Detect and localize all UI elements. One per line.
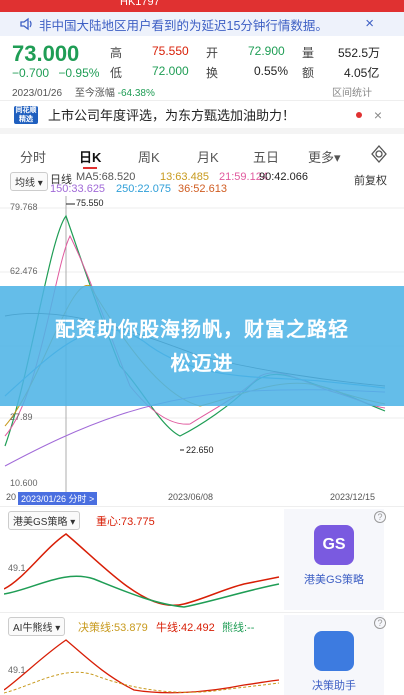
ai-card-label: 决策助手 bbox=[312, 680, 356, 692]
ma5-value: MA5:68.520 bbox=[76, 171, 136, 183]
gs-logo: GS bbox=[314, 525, 354, 565]
ai-panel: AI牛熊线 ▾ 决策线:53.879 牛线:42.492 熊线:-- 49.1 … bbox=[0, 612, 404, 695]
quote-amount: 额 4.05亿 bbox=[302, 66, 380, 80]
promo-text: 上市公司年度评选，为东方甄选加油助力！ bbox=[48, 108, 296, 123]
ma90-value: 90:42.066 bbox=[259, 171, 308, 183]
quote-open: 开 72.900 bbox=[206, 44, 285, 60]
close-icon[interactable]: × bbox=[365, 15, 374, 32]
ai-bear: 熊线:-- bbox=[222, 622, 255, 634]
quote-volume: 量 552.5万 bbox=[302, 46, 381, 60]
period-date: 2023/01/26 bbox=[12, 88, 63, 99]
settings-icon[interactable] bbox=[370, 145, 388, 163]
speaker-icon bbox=[20, 17, 32, 31]
overlay-line-1: 配资助你股海扬帆，财富之路轻 bbox=[55, 319, 349, 341]
gs-chart bbox=[4, 533, 280, 608]
ma-legend: 均线 ▾ 日线 MA5:68.520 13:63.485 21:59.124 9… bbox=[0, 168, 404, 196]
notice-text: 非中国大陆地区用户看到的为延迟15分钟行情数据。 bbox=[39, 18, 328, 33]
gs-card-label: 港美GS策略 bbox=[304, 574, 364, 586]
tab-more[interactable]: 更多▾ bbox=[308, 147, 341, 166]
ma13-value: 13:63.485 bbox=[160, 171, 209, 183]
ai-bull: 牛线:42.492 bbox=[156, 622, 215, 634]
quote-turnover: 换 0.55% bbox=[206, 64, 289, 80]
stock-code: HK1797 bbox=[120, 0, 160, 8]
promo-logo: 同花顺 精选 bbox=[14, 105, 38, 124]
overlay-line-2: 松迈进 bbox=[170, 353, 234, 375]
status-bar: HK1797 bbox=[0, 0, 404, 12]
ma250-value: 250:22.075 bbox=[116, 183, 172, 195]
tab-weekly[interactable]: 周K bbox=[138, 147, 160, 166]
tab-monthly[interactable]: 月K bbox=[197, 147, 219, 166]
ai-card[interactable]: 决策助手 bbox=[284, 615, 384, 695]
unread-dot bbox=[356, 111, 362, 118]
period-label: 至今涨幅 bbox=[74, 88, 115, 99]
price-change: −0.700 −0.95% bbox=[12, 66, 99, 80]
gs-panel: 港美GS策略 ▾ 重心:73.775 49.1 GS 港美GS策略 ? bbox=[0, 506, 404, 610]
ai-decision: 决策线:53.879 bbox=[78, 622, 148, 634]
date-axis: 20 2023/01/26 分时 > 2023/06/08 2023/12/15 bbox=[0, 492, 404, 505]
y-tick-4: 10.600 bbox=[10, 478, 38, 488]
range-stats-link[interactable]: 区间统计 bbox=[332, 84, 404, 99]
date-mid: 2023/06/08 bbox=[168, 492, 214, 502]
change-pct: −0.95% bbox=[58, 66, 100, 80]
tab-intraday[interactable]: 分时 bbox=[20, 147, 46, 166]
quote-high: 高 75.550 bbox=[110, 44, 189, 60]
help-icon[interactable]: ? bbox=[374, 511, 386, 523]
promo-banner[interactable]: 同花顺 精选 上市公司年度评选，为东方甄选加油助力！ × bbox=[0, 100, 404, 134]
gs-card[interactable]: GS 港美GS策略 bbox=[284, 509, 384, 610]
current-price: 73.000 bbox=[12, 41, 80, 66]
gs-center: 重心:73.775 bbox=[96, 516, 155, 528]
date-left: 20 bbox=[6, 492, 17, 502]
delay-notice[interactable]: 非中国大陆地区用户看到的为延迟15分钟行情数据。 × bbox=[0, 12, 404, 36]
quote-panel: 73.000 −0.700 −0.95% 高 75.550 开 72.900 量… bbox=[0, 36, 404, 100]
low-annotation: 22.650 bbox=[186, 445, 214, 455]
ai-chart bbox=[4, 639, 280, 694]
tab-daily[interactable]: 日K bbox=[79, 147, 101, 169]
ai-logo bbox=[314, 631, 354, 671]
ma-select[interactable]: 均线 ▾ bbox=[10, 172, 48, 191]
period-value: -64.38% bbox=[117, 88, 155, 99]
ma150-value: 150:33.625 bbox=[50, 183, 106, 195]
y-tick-2: 62.476 bbox=[10, 266, 38, 276]
quote-low: 低 72.000 bbox=[110, 64, 189, 80]
y-tick-1: 79.768 bbox=[10, 202, 38, 212]
adjust-select[interactable]: 前复权 bbox=[354, 172, 387, 188]
high-annotation: 75.550 bbox=[76, 198, 104, 208]
ma36-value: 36:52.613 bbox=[178, 183, 227, 195]
gs-select[interactable]: 港美GS策略 ▾ bbox=[8, 511, 81, 530]
period-tabs: 分时 日K 周K 月K 五日 更多▾ bbox=[0, 140, 404, 169]
y-tick-3: 27.89 bbox=[10, 412, 33, 422]
change-value: −0.700 bbox=[12, 66, 50, 80]
period-row: 2023/01/26 至今涨幅 -64.38% 区间统计 bbox=[12, 84, 372, 99]
close-icon[interactable]: × bbox=[374, 107, 382, 123]
date-right: 2023/12/15 bbox=[330, 492, 376, 502]
help-icon[interactable]: ? bbox=[374, 617, 386, 629]
ai-select[interactable]: AI牛熊线 ▾ bbox=[8, 617, 66, 636]
date-badge[interactable]: 2023/01/26 分时 > bbox=[18, 492, 98, 505]
tab-five-day[interactable]: 五日 bbox=[253, 147, 279, 166]
promo-overlay[interactable]: 配资助你股海扬帆，财富之路轻 松迈进 bbox=[0, 286, 404, 406]
